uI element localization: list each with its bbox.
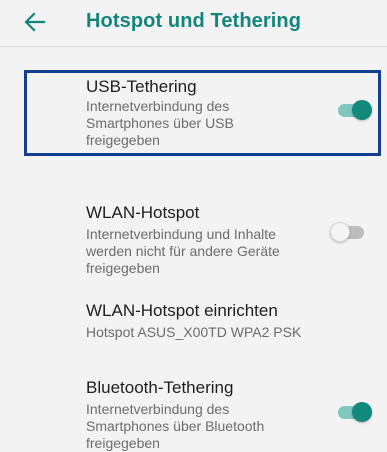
- app-bar: Hotspot und Tethering: [0, 0, 387, 47]
- setting-title: USB-Tethering: [86, 77, 197, 96]
- arrow-left-icon: [24, 12, 46, 32]
- toggle-thumb: [352, 100, 372, 120]
- setting-wlan-hotspot-setup[interactable]: WLAN-Hotspot einrichten Hotspot ASUS_X00…: [0, 295, 387, 341]
- usb-tethering-toggle[interactable]: [338, 100, 372, 120]
- toggle-thumb: [330, 222, 350, 242]
- setting-bluetooth-tethering[interactable]: Bluetooth-Tethering Internetverbindung d…: [0, 372, 387, 451]
- setting-subtitle: Hotspot ASUS_X00TD WPA2 PSK: [86, 324, 302, 340]
- setting-wlan-hotspot[interactable]: WLAN-Hotspot Internetverbindung und Inha…: [0, 197, 387, 277]
- page-title: Hotspot und Tethering: [86, 10, 302, 32]
- toggle-thumb: [352, 402, 372, 422]
- setting-title: Bluetooth-Tethering: [86, 378, 234, 397]
- back-button[interactable]: [22, 9, 48, 35]
- bluetooth-tethering-toggle[interactable]: [338, 402, 372, 422]
- setting-usb-tethering[interactable]: USB-Tethering Internetverbindung des Sma…: [0, 70, 387, 156]
- setting-title: WLAN-Hotspot: [86, 203, 200, 222]
- setting-subtitle: Internetverbindung des Smartphones über …: [86, 401, 265, 451]
- setting-subtitle: Internetverbindung und Inhalte werden ni…: [86, 226, 280, 276]
- setting-title: WLAN-Hotspot einrichten: [86, 301, 278, 320]
- setting-subtitle: Internetverbindung des Smartphones über …: [86, 98, 234, 148]
- wlan-hotspot-toggle[interactable]: [330, 222, 364, 242]
